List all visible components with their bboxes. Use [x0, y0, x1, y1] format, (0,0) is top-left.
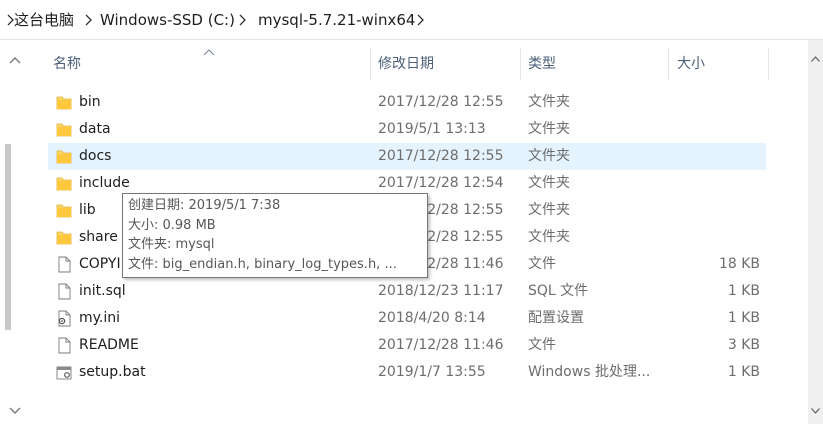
column-header-type[interactable]: 类型 [523, 48, 668, 80]
navigation-pane-scrollbar-thumb[interactable] [5, 144, 11, 330]
file-size: 1 KB [727, 283, 760, 299]
file-date: 2017/12/28 12:55 [378, 94, 504, 110]
column-divider[interactable] [520, 48, 521, 80]
scroll-up-arrow-icon[interactable] [9, 52, 21, 68]
chevron-right-icon[interactable] [82, 10, 96, 30]
folder-icon [56, 175, 72, 192]
file-type: SQL 文件 [528, 283, 589, 299]
chevron-right-icon[interactable] [236, 10, 250, 30]
chevron-right-icon[interactable] [414, 10, 428, 30]
file-row-setup-bat[interactable]: setup.bat 2019/1/7 13:55 Windows 批处理... … [48, 359, 766, 386]
file-name: lib [79, 202, 96, 218]
column-header-size[interactable]: 大小 [672, 48, 768, 80]
folder-icon [56, 94, 72, 111]
file-date: 2019/1/7 13:55 [378, 364, 486, 380]
file-type: 文件夹 [528, 94, 570, 110]
breadcrumb-drive[interactable]: Windows-SSD (C:) [100, 10, 235, 30]
file-row-data[interactable]: data 2019/5/1 13:13 文件夹 [48, 116, 766, 143]
file-date: 2017/12/28 11:46 [378, 337, 504, 353]
folder-info-tooltip: 创建日期: 2019/5/1 7:38 大小: 0.98 MB 文件夹: mys… [122, 193, 428, 278]
breadcrumb-this-pc[interactable]: 这台电脑 [14, 10, 74, 30]
file-size: 3 KB [727, 337, 760, 353]
file-name: share [79, 229, 118, 245]
tooltip-size: 大小: 0.98 MB [128, 217, 216, 233]
settings-file-icon [56, 310, 72, 327]
file-name: data [79, 121, 111, 137]
folder-icon [56, 121, 72, 138]
file-row-bin[interactable]: bin 2017/12/28 12:55 文件夹 [48, 89, 766, 116]
file-name: setup.bat [79, 364, 146, 380]
column-header-date[interactable]: 修改日期 [373, 48, 520, 80]
file-type: 文件夹 [528, 175, 570, 191]
folder-icon [56, 202, 72, 219]
file-name: README [79, 337, 139, 353]
column-header-name[interactable]: 名称 [48, 48, 370, 80]
batch-file-icon [56, 364, 72, 381]
file-type: 文件夹 [528, 229, 570, 245]
file-type: 文件 [528, 337, 556, 353]
file-row-init-sql[interactable]: init.sql 2018/12/23 11:17 SQL 文件 1 KB [48, 278, 766, 305]
file-name: bin [79, 94, 101, 110]
folder-icon [56, 229, 72, 246]
vertical-scrollbar[interactable] [808, 40, 823, 424]
file-row-docs[interactable]: docs 2017/12/28 12:55 文件夹 [48, 143, 766, 170]
scroll-up-arrow-icon[interactable] [811, 50, 820, 66]
file-icon [56, 337, 72, 354]
file-type: 配置设置 [528, 310, 584, 326]
file-date: 2019/5/1 13:13 [378, 121, 486, 137]
file-type: 文件 [528, 256, 556, 272]
scroll-down-arrow-icon[interactable] [9, 403, 21, 419]
file-date: 2017/12/28 12:55 [378, 148, 504, 164]
file-name: init.sql [79, 283, 126, 299]
column-divider[interactable] [768, 48, 769, 80]
file-type: 文件夹 [528, 202, 570, 218]
scroll-down-arrow-icon[interactable] [811, 402, 820, 418]
address-bar[interactable]: 这台电脑 Windows-SSD (C:) mysql-5.7.21-winx6… [0, 0, 823, 40]
column-divider[interactable] [370, 48, 371, 80]
file-size: 1 KB [727, 364, 760, 380]
tooltip-created-date: 创建日期: 2019/5/1 7:38 [128, 198, 281, 213]
breadcrumb-folder[interactable]: mysql-5.7.21-winx64 [258, 10, 415, 30]
file-row-readme[interactable]: README 2017/12/28 11:46 文件 3 KB [48, 332, 766, 359]
file-name: docs [79, 148, 112, 164]
column-divider[interactable] [668, 48, 669, 80]
file-name: my.ini [79, 310, 121, 326]
tooltip-subfolders: 文件夹: mysql [128, 237, 215, 252]
folder-icon [56, 148, 72, 165]
file-row-my-ini[interactable]: my.ini 2018/4/20 8:14 配置设置 1 KB [48, 305, 766, 332]
file-date: 2018/4/20 8:14 [378, 310, 486, 326]
file-type: 文件夹 [528, 121, 570, 137]
file-size: 1 KB [727, 310, 760, 326]
file-icon [56, 283, 72, 300]
file-date: 2018/12/23 11:17 [378, 283, 504, 299]
file-type: Windows 批处理... [528, 364, 651, 380]
file-icon [56, 256, 72, 273]
tooltip-files: 文件: big_endian.h, binary_log_types.h, ..… [128, 256, 397, 272]
file-size: 18 KB [718, 256, 760, 272]
file-type: 文件夹 [528, 148, 570, 164]
